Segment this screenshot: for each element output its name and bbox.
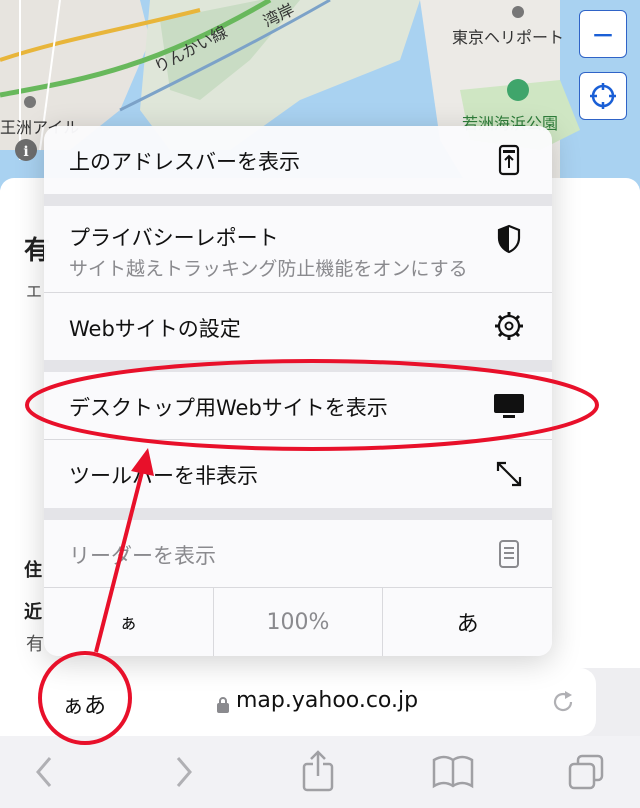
lock-icon <box>217 697 229 713</box>
increase-text-size-button[interactable]: あ <box>383 588 552 656</box>
text-zoom-row: ぁ 100% あ <box>44 588 552 656</box>
back-icon[interactable] <box>30 748 60 796</box>
forward-icon[interactable] <box>168 748 198 796</box>
decrease-text-size-button[interactable]: ぁ <box>44 588 214 656</box>
menu-separator <box>44 508 552 520</box>
menu-item-sublabel: サイト越えトラッキング防止機能をオンにする <box>69 258 468 280</box>
shield-icon <box>497 224 521 254</box>
reader-icon <box>499 540 519 568</box>
crosshair-icon <box>590 83 616 109</box>
menu-separator <box>44 360 552 372</box>
page-menu: 上のアドレスバーを表示 プライバシーレポート サイト越えトラッキング防止機能をオ… <box>44 126 552 656</box>
gear-icon <box>495 312 523 340</box>
menu-item-show-top-address-bar[interactable]: 上のアドレスバーを表示 <box>44 126 552 194</box>
page-fragment-2: 近 <box>24 602 42 623</box>
map-zoom-out-button[interactable]: − <box>579 10 627 58</box>
menu-item-label: ツールバーを非表示 <box>69 464 258 488</box>
menu-item-label: リーダーを表示 <box>69 544 216 568</box>
menu-item-label: Webサイトの設定 <box>69 317 241 341</box>
page-fragment-3: 有 <box>26 634 44 655</box>
menu-item-request-desktop-site[interactable]: デスクトップ用Webサイトを表示 <box>44 372 552 440</box>
bookmarks-icon[interactable] <box>430 748 476 796</box>
address-bar-top-icon <box>498 144 520 176</box>
share-icon[interactable] <box>298 748 338 796</box>
menu-item-privacy-report[interactable]: プライバシーレポート サイト越えトラッキング防止機能をオンにする <box>44 206 552 293</box>
tabs-icon[interactable] <box>566 748 608 796</box>
svg-text:i: i <box>23 144 28 160</box>
page-fragment-1: 住 <box>24 560 42 581</box>
map-label-heliport: 東京ヘリポート <box>452 28 565 47</box>
menu-item-label: プライバシーレポート <box>69 226 279 250</box>
text-zoom-level[interactable]: 100% <box>214 588 384 656</box>
menu-item-label: 上のアドレスバーを表示 <box>69 150 300 174</box>
url-text[interactable]: map.yahoo.co.jp <box>236 688 418 713</box>
minus-icon: − <box>591 17 615 51</box>
address-bar[interactable]: ぁあ map.yahoo.co.jp <box>0 668 596 736</box>
menu-separator <box>44 194 552 206</box>
menu-item-label: デスクトップ用Webサイトを表示 <box>69 396 388 420</box>
page-settings-button[interactable]: ぁあ <box>62 688 106 720</box>
menu-item-show-reader[interactable]: リーダーを表示 <box>44 520 552 588</box>
bottom-toolbar <box>0 736 640 808</box>
menu-item-hide-toolbar[interactable]: ツールバーを非表示 <box>44 440 552 508</box>
menu-item-website-settings[interactable]: Webサイトの設定 <box>44 293 552 360</box>
reload-icon[interactable] <box>550 688 576 716</box>
map-locate-button[interactable] <box>579 72 627 120</box>
page-subtitle-fragment: エ <box>26 282 43 301</box>
desktop-icon <box>494 394 524 418</box>
expand-arrows-icon <box>496 461 522 487</box>
